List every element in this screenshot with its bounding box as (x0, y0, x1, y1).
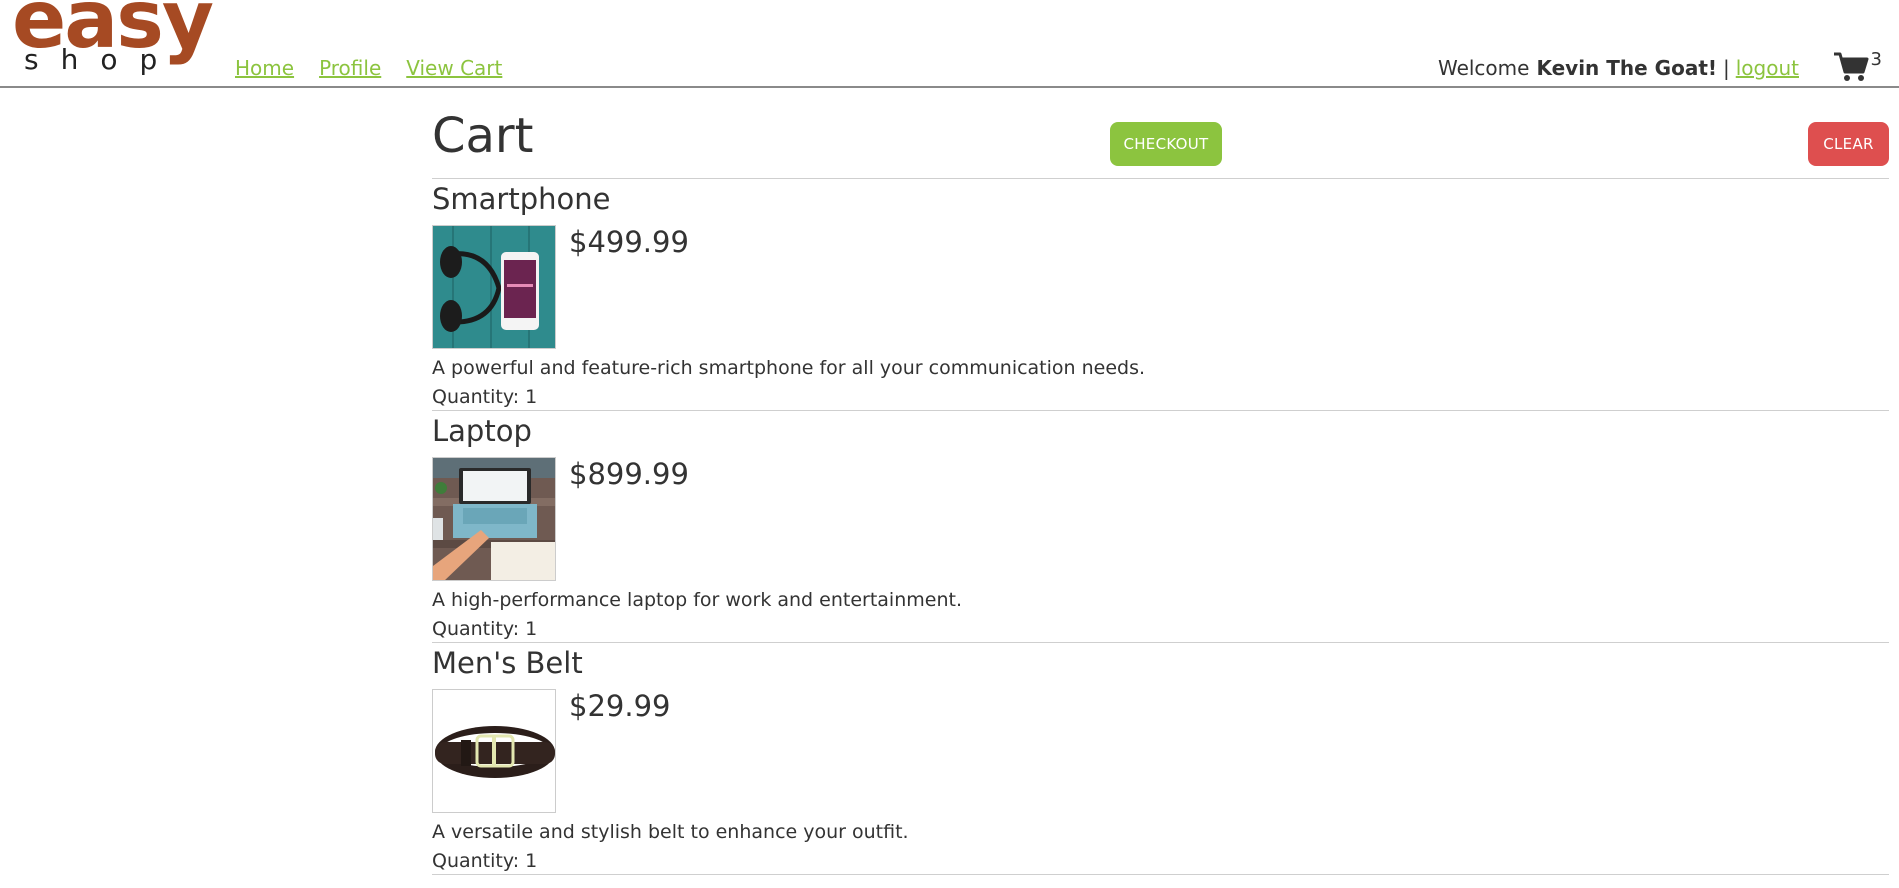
logout-link[interactable]: logout (1736, 56, 1799, 80)
separator: | (1723, 56, 1730, 80)
product-name: Men's Belt (432, 646, 583, 680)
nav-link-view-cart[interactable]: View Cart (406, 56, 502, 80)
quantity-value: 1 (525, 386, 538, 408)
product-image-laptop (432, 457, 556, 581)
product-description: A versatile and stylish belt to enhance … (432, 821, 909, 843)
cart-item: Smartphone $499.99 A powerful and featur… (432, 179, 1889, 411)
username: Kevin The Goat! (1536, 56, 1717, 80)
main-nav: Home Profile View Cart (235, 56, 502, 80)
product-quantity: Quantity: 1 (432, 850, 537, 872)
product-image-belt (432, 689, 556, 813)
clear-cart-button[interactable]: CLEAR (1808, 122, 1889, 166)
product-image-smartphone (432, 225, 556, 349)
product-price: $899.99 (569, 457, 689, 491)
user-greeting: Welcome Kevin The Goat! | logout (1438, 56, 1799, 80)
product-price: $499.99 (569, 225, 689, 259)
easyshop-logo[interactable]: easy shop (12, 0, 214, 84)
quantity-value: 1 (525, 850, 538, 872)
checkout-button[interactable]: CHECKOUT (1110, 122, 1222, 166)
cart-section: Cart CHECKOUT CLEAR Smartphone $499.99 A… (432, 90, 1889, 875)
cart-item: Laptop $899.99 A high-performance laptop… (432, 411, 1889, 643)
cart-header: Cart CHECKOUT CLEAR (432, 90, 1889, 179)
product-quantity: Quantity: 1 (432, 386, 537, 408)
cart-item: Men's Belt $29.99 A versatile and stylis… (432, 643, 1889, 875)
quantity-label: Quantity: (432, 386, 520, 408)
welcome-text: Welcome (1437, 56, 1530, 80)
product-description: A high-performance laptop for work and e… (432, 589, 962, 611)
quantity-label: Quantity: (432, 618, 520, 640)
product-name: Smartphone (432, 182, 611, 216)
product-price: $29.99 (569, 689, 671, 723)
cart-count-badge: 3 (1870, 49, 1882, 70)
nav-link-profile[interactable]: Profile (319, 56, 381, 80)
page-title: Cart (432, 108, 534, 164)
product-description: A powerful and feature-rich smartphone f… (432, 357, 1146, 379)
shopping-cart-icon[interactable] (1833, 51, 1869, 83)
product-quantity: Quantity: 1 (432, 618, 537, 640)
nav-link-home[interactable]: Home (235, 56, 294, 80)
quantity-label: Quantity: (432, 850, 520, 872)
top-navbar: easy shop Home Profile View Cart Welcome… (0, 0, 1899, 88)
logo-text-bottom: shop (24, 43, 180, 76)
product-name: Laptop (432, 414, 532, 448)
quantity-value: 1 (525, 618, 538, 640)
